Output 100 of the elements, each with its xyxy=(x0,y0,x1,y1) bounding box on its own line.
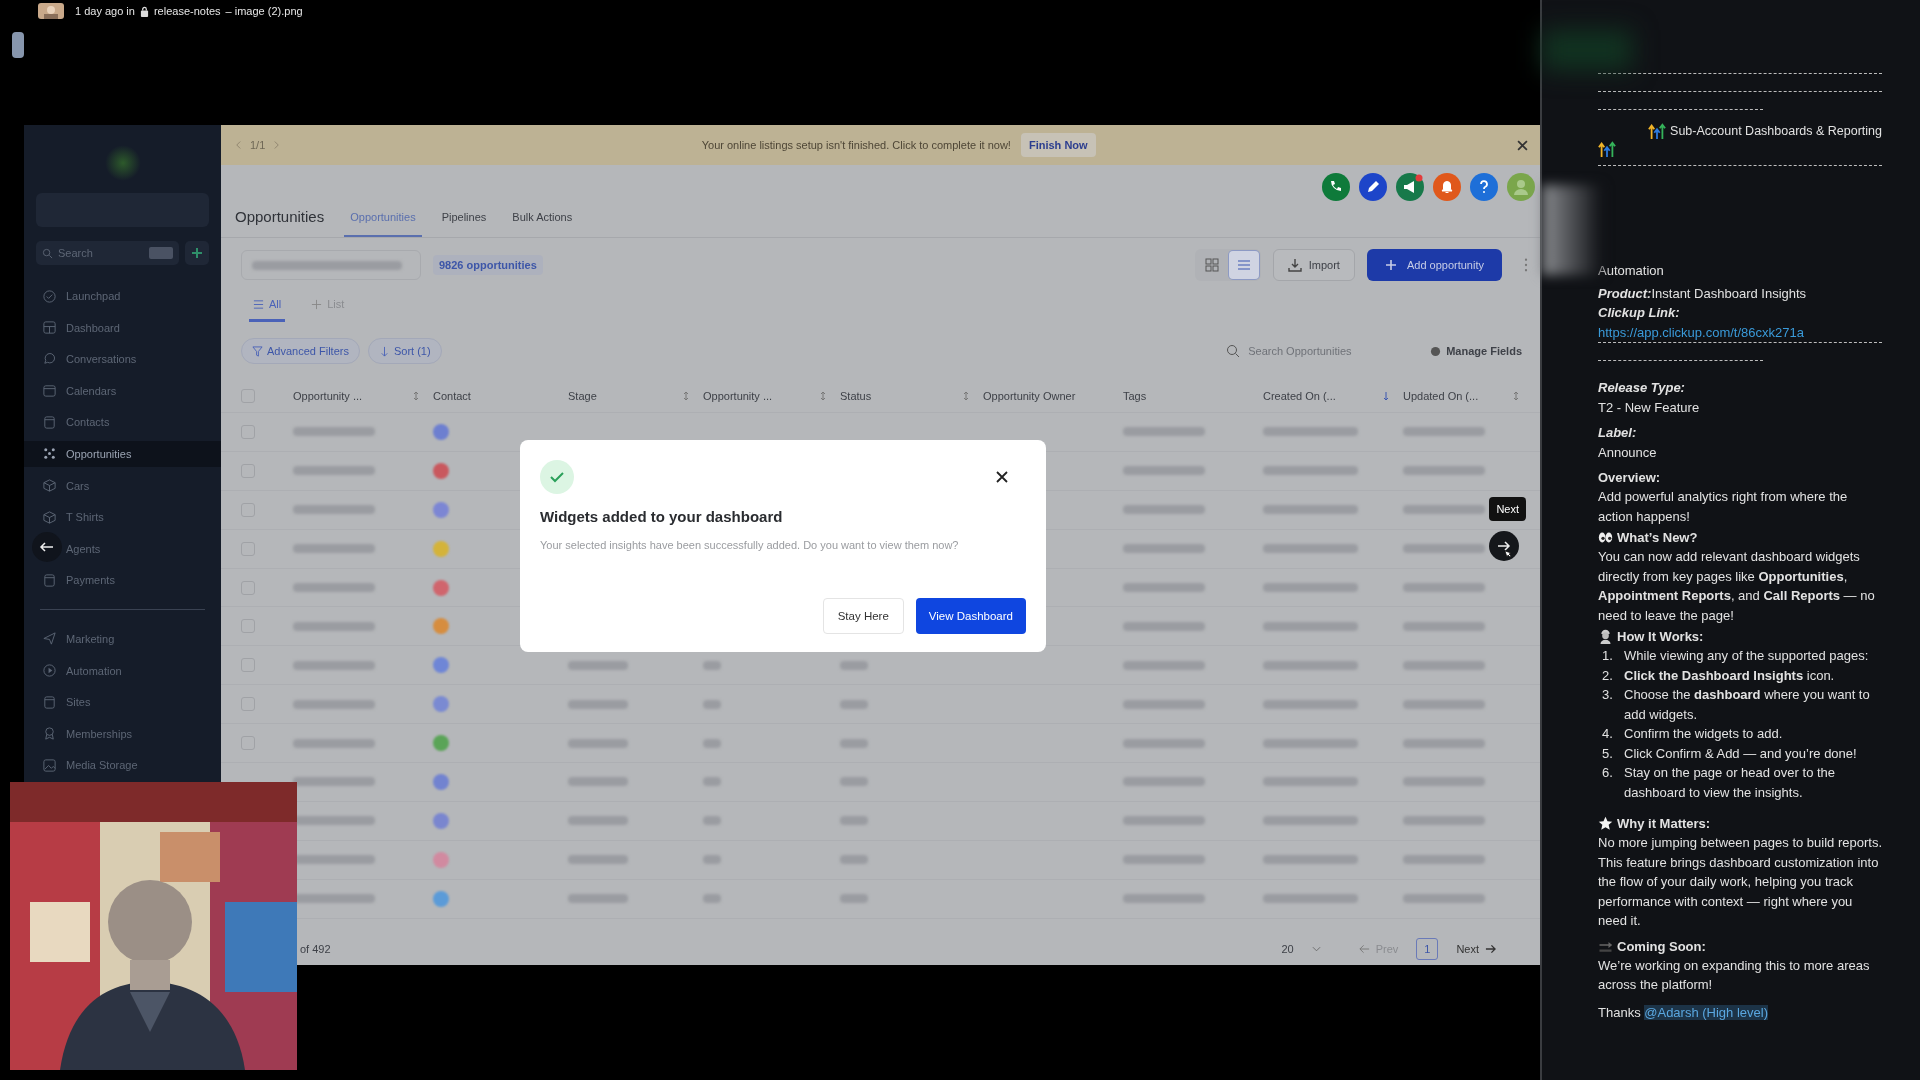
column-header[interactable]: Created On (... xyxy=(1263,390,1336,402)
previous-icon[interactable] xyxy=(235,140,242,150)
sort-icon[interactable] xyxy=(1383,391,1389,401)
page-tab[interactable]: Pipelines xyxy=(435,211,493,237)
finish-now-button[interactable]: Finish Now xyxy=(1020,133,1096,157)
sidebar-item[interactable]: Contacts xyxy=(24,409,221,436)
view-tab[interactable]: All xyxy=(249,298,286,322)
list-icon xyxy=(253,298,264,310)
sort-icon[interactable] xyxy=(413,391,419,401)
blurred-text xyxy=(703,699,721,709)
next-icon[interactable] xyxy=(273,140,281,150)
search-field[interactable]: Search xyxy=(36,241,179,265)
sort-icon[interactable] xyxy=(683,391,689,401)
blurred-text xyxy=(568,777,628,787)
column-header[interactable]: Status xyxy=(840,390,872,402)
sidebar-item[interactable]: Memberships xyxy=(24,720,221,747)
worker-icon xyxy=(1598,629,1613,644)
advanced-filters-button[interactable]: Advanced Filters xyxy=(241,338,360,364)
sidebar-item[interactable]: Media Storage xyxy=(24,752,221,779)
close-icon[interactable] xyxy=(1517,139,1528,151)
sidebar-item[interactable]: Agents xyxy=(24,535,221,562)
star-icon xyxy=(1598,816,1613,831)
sidebar-item[interactable]: Cars xyxy=(24,472,221,499)
banner-pager: 1/1 xyxy=(250,139,266,151)
megaphone-icon[interactable] xyxy=(1396,173,1424,201)
column-header[interactable]: Opportunity ... xyxy=(293,390,363,402)
bell-icon[interactable] xyxy=(1433,173,1461,201)
sort-icon[interactable] xyxy=(963,391,969,401)
file-name: – image (2).png xyxy=(225,5,303,17)
import-button[interactable]: Import xyxy=(1272,249,1355,281)
pipeline-select[interactable] xyxy=(241,250,421,280)
grid-icon xyxy=(1204,258,1219,272)
nav-icon xyxy=(42,572,57,588)
user-avatar[interactable] xyxy=(36,3,66,19)
next-page-button[interactable]: Next xyxy=(1450,942,1502,956)
page-size-select[interactable]: 20 xyxy=(1275,942,1327,956)
page-tab[interactable]: Opportunities xyxy=(344,211,422,237)
sidebar-item[interactable]: Sites xyxy=(24,689,221,716)
close-icon[interactable] xyxy=(996,471,1008,483)
step-text: Confirm the widgets to add. xyxy=(1624,725,1784,743)
page-number-button[interactable]: 1 xyxy=(1416,938,1439,960)
edit-icon[interactable] xyxy=(1359,173,1387,201)
sort-icon[interactable] xyxy=(1513,391,1519,401)
phone-icon[interactable] xyxy=(1322,173,1350,201)
blurred-text xyxy=(840,816,868,826)
chevron-down-icon xyxy=(1311,946,1321,952)
sidebar-item[interactable]: Dashboard xyxy=(24,314,221,341)
section-heading: Why it Matters: xyxy=(1617,816,1711,831)
user-mention[interactable]: @Adarsh (High level) xyxy=(1644,1004,1768,1020)
arrows-icon xyxy=(1648,122,1667,140)
stay-here-button[interactable]: Stay Here xyxy=(822,598,904,634)
step-text: Click the Dashboard Insights icon. xyxy=(1624,666,1836,685)
channel-link[interactable]: release-notes xyxy=(153,5,221,17)
sidebar-item[interactable]: Marketing xyxy=(24,625,221,652)
field-value: Announce xyxy=(1598,443,1658,462)
blurred-text xyxy=(840,894,868,904)
clickup-link[interactable]: https://app.clickup.com/t/86cxk271a xyxy=(1598,324,1804,340)
nav-icon xyxy=(42,509,57,525)
sidebar-item[interactable]: Calendars xyxy=(24,377,221,404)
sidebar-item[interactable]: Opportunities xyxy=(24,440,221,467)
column-header[interactable]: Tags xyxy=(1123,390,1147,402)
column-header[interactable]: Updated On (... xyxy=(1403,390,1479,402)
app-icon[interactable] xyxy=(12,32,24,58)
blurred-text xyxy=(840,699,868,709)
section-heading: How It Works: xyxy=(1617,629,1704,644)
arrow-left-icon xyxy=(1358,944,1370,954)
page-tab[interactable]: Bulk Actions xyxy=(506,211,579,237)
nav-icon xyxy=(42,383,57,399)
sort-icon[interactable] xyxy=(820,391,826,401)
step-number: 2. xyxy=(1602,666,1614,685)
section-heading: Overview: xyxy=(1598,470,1661,485)
nav-icon xyxy=(42,288,57,304)
sidebar-item[interactable]: Automation xyxy=(24,657,221,684)
more-icon[interactable] xyxy=(1524,258,1528,272)
sort-button[interactable]: Sort (1) xyxy=(367,338,442,364)
view-dashboard-button[interactable]: View Dashboard xyxy=(915,598,1026,634)
nav-icon xyxy=(42,446,57,462)
sidebar-item[interactable]: T Shirts xyxy=(24,504,221,531)
next-button[interactable] xyxy=(1489,531,1519,561)
sidebar-item[interactable]: Launchpad xyxy=(24,283,221,309)
nav-icon xyxy=(42,726,57,742)
sidebar-item[interactable]: Conversations xyxy=(24,346,221,373)
column-header[interactable]: Contact xyxy=(433,390,471,402)
add-button[interactable] xyxy=(185,241,209,265)
section-text: We’re working on expanding this to more areas across the platform! xyxy=(1598,956,1871,994)
column-header[interactable]: Stage xyxy=(568,390,597,402)
back-button[interactable] xyxy=(32,532,62,562)
column-header[interactable]: Opportunity Owner xyxy=(983,390,1076,402)
column-header[interactable]: Opportunity ... xyxy=(703,390,773,402)
blurred-text xyxy=(703,855,721,865)
add-opportunity-button[interactable]: Add opportunity xyxy=(1366,249,1502,281)
blurred-text xyxy=(703,894,721,904)
plus-icon xyxy=(1384,259,1397,271)
list-view-button[interactable] xyxy=(1228,251,1259,279)
arrow-right-icon xyxy=(1485,944,1496,954)
help-icon[interactable] xyxy=(1470,173,1498,201)
manage-fields-button[interactable]: Manage Fields xyxy=(1424,344,1528,358)
nav-icon xyxy=(42,320,57,336)
sidebar-item[interactable]: Payments xyxy=(24,567,221,594)
step-text: While viewing any of the supported pages: xyxy=(1624,647,1870,665)
